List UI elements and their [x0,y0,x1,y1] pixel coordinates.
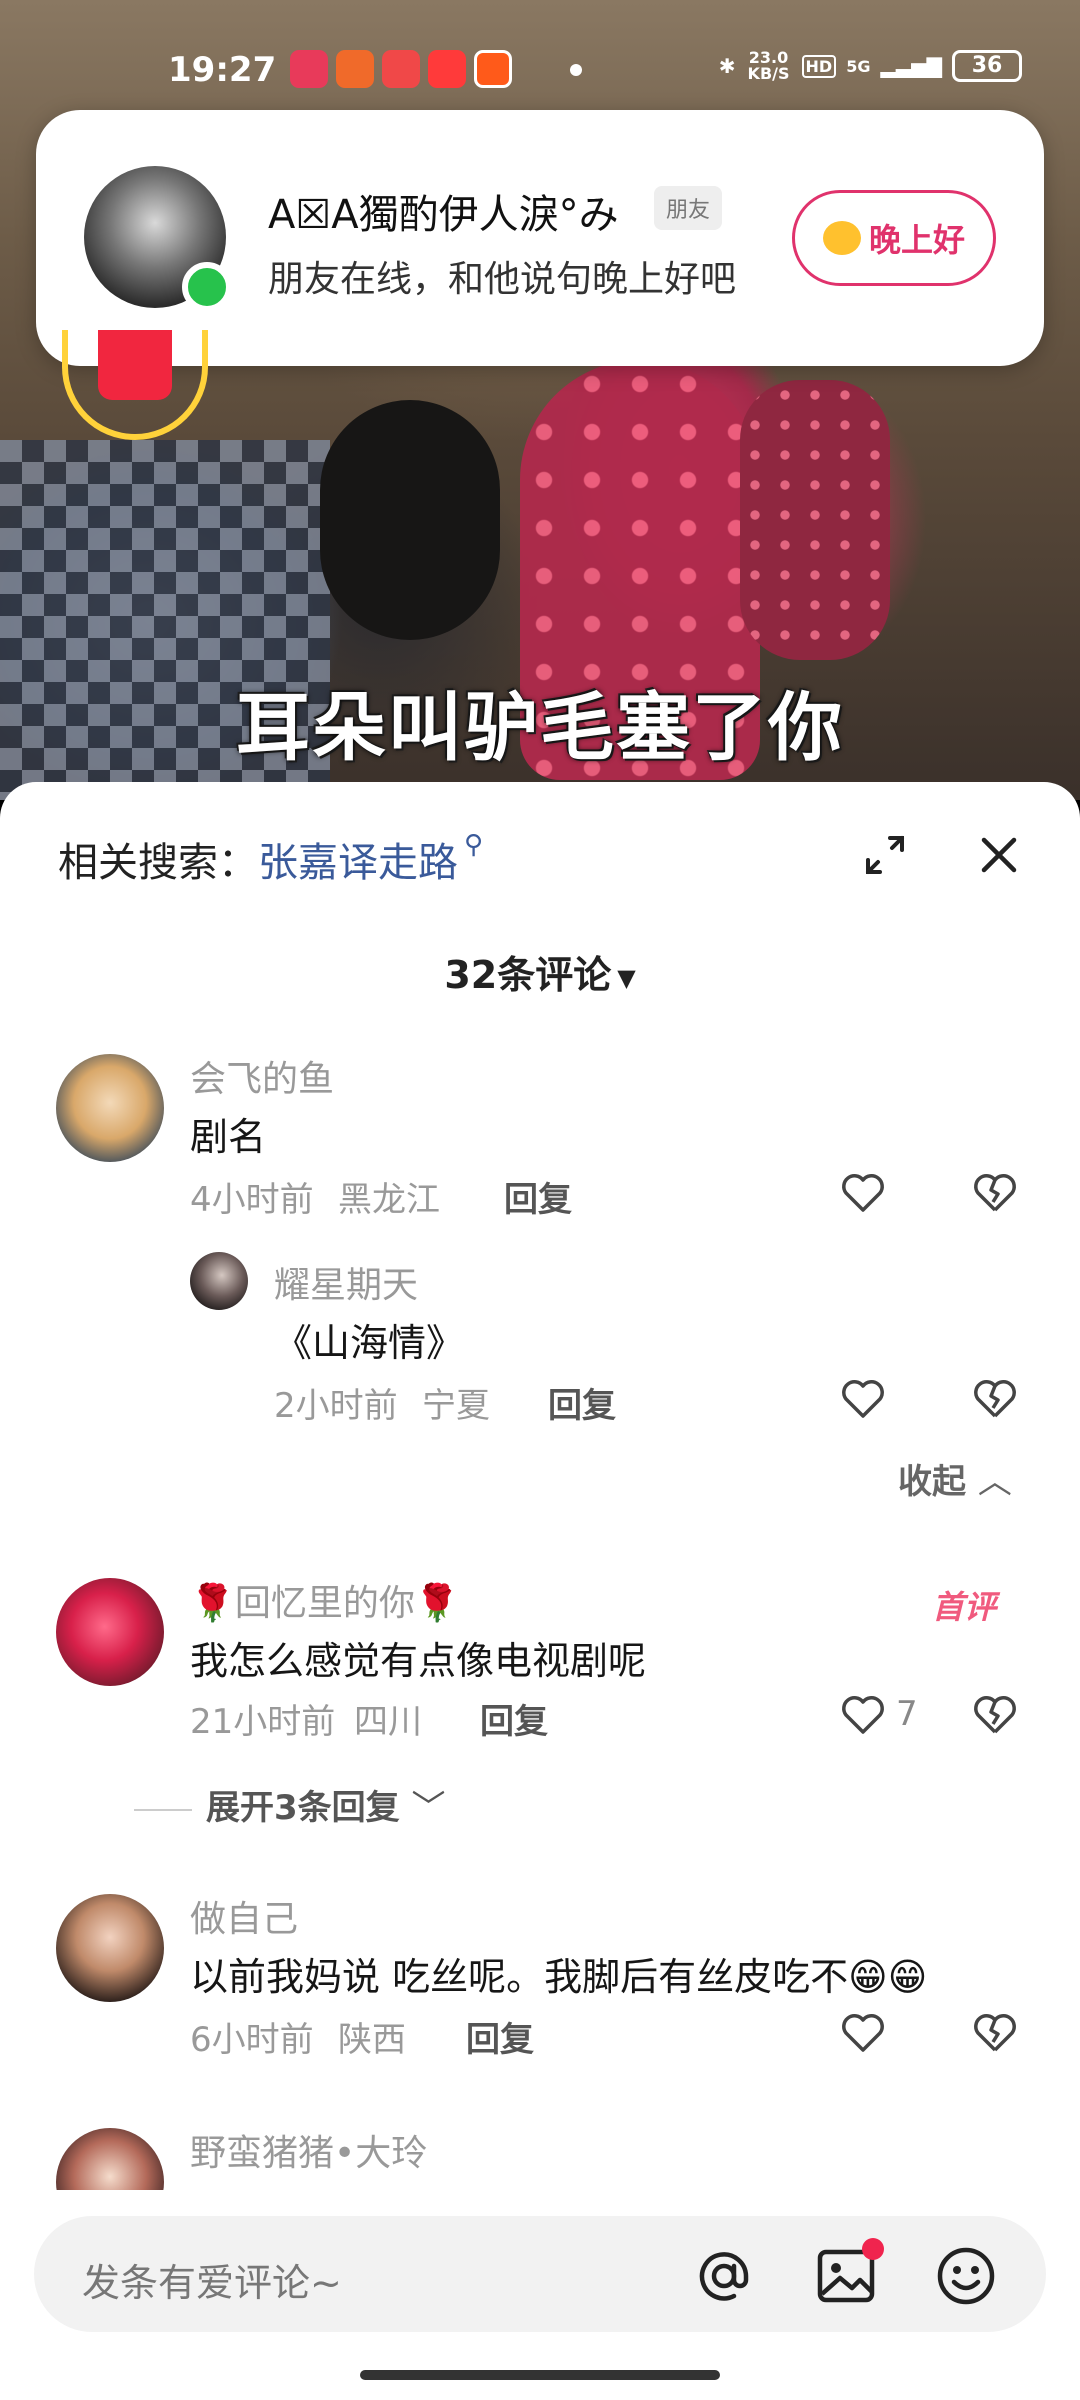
greet-button-label: 晚上好 [868,221,965,259]
notification-icons [290,50,512,88]
dislike-broken-heart-icon[interactable] [972,1376,1018,1422]
search-icon: ⚲ [464,830,484,860]
status-indicators: ✱ 23.0 KB/S HD 5G ▂▃▅▇ 36 [719,50,1022,82]
friend-name: A☒A獨酌伊人淚°み [268,192,619,238]
app-notification-icon [428,50,466,88]
emoji-icon[interactable] [934,2244,998,2308]
say-good-evening-button[interactable]: 晚上好 [792,190,996,286]
comment-text: 《山海情》 [274,1321,465,1365]
reply-button[interactable]: 回复 [480,1694,548,1743]
network-speed: 23.0 KB/S [747,48,790,83]
close-icon[interactable] [976,832,1022,878]
video-subtitle: 耳朵叫驴毛塞了你 [236,685,844,771]
app-notification-icon [474,50,512,88]
app-notification-icon [336,50,374,88]
comment-username[interactable]: 做自己 [190,1890,298,1942]
online-status-icon [182,262,232,312]
comment-input[interactable]: 发条有爱评论~ [34,2216,1046,2332]
hd-icon: HD [801,54,837,78]
user-avatar[interactable] [190,1252,248,1310]
more-notifications-dot [570,64,582,76]
like-heart-icon[interactable] [840,2010,886,2056]
comment-time: 21小时前 [190,1702,336,1742]
related-search-keyword[interactable]: 张嘉译走路 [258,840,458,886]
like-heart-icon[interactable] [840,1692,886,1738]
like-heart-icon[interactable] [840,1170,886,1216]
comment-username[interactable]: 🌹回忆里的你🌹 [190,1574,460,1626]
new-badge-dot [862,2238,884,2260]
status-bar: 19:27 ✱ 23.0 KB/S HD 5G ▂▃▅▇ 36 [0,46,1080,96]
comments-sheet: 相关搜索：张嘉译走路 ⚲ 32条评论 ▼ 会飞的鱼 剧名 4小时前 黑龙江 回复 耀… [0,782,1080,2400]
bluetooth-icon: ✱ [718,54,736,78]
like-heart-icon[interactable] [840,1376,886,1422]
comment-time: 4小时前 [190,1180,314,1220]
user-avatar[interactable] [56,1578,164,1686]
comment-input-placeholder: 发条有爱评论~ [82,2261,342,2305]
home-indicator[interactable] [360,2370,720,2380]
signal-bars-icon: ▂▃▅▇ [880,54,942,78]
dislike-broken-heart-icon[interactable] [972,1692,1018,1738]
smile-emoji-icon [822,221,861,255]
chevron-up-icon: ︿ [977,1462,1012,1502]
first-comment-badge: 首评 [932,1588,997,1626]
user-avatar[interactable] [56,1894,164,2002]
comment-username[interactable]: 耀星期天 [274,1256,418,1308]
comment-location: 黑龙江 [338,1180,440,1220]
comment-text: 剧名 [190,1115,267,1159]
reply-button[interactable]: 回复 [504,1172,572,1221]
reply-button[interactable]: 回复 [466,2012,534,2061]
expand-replies-label: 展开3条回复 [206,1788,400,1828]
friend-tag: 朋友 [654,186,723,230]
collapse-label: 收起 [898,1462,966,1502]
like-count: 7 [896,1694,918,1734]
friend-online-message: 朋友在线，和他说句晚上好吧 [268,259,737,300]
collapse-replies-button[interactable]: 收起 ︿ [898,1454,1012,1503]
comment-username[interactable]: 野蛮猪猪•大玲 [190,2124,427,2176]
caret-down-icon: ▼ [617,963,636,992]
related-search-label: 相关搜索： [58,840,258,886]
comment-text: 我怎么感觉有点像电视剧呢 [190,1639,647,1683]
dislike-broken-heart-icon[interactable] [972,1170,1018,1216]
comment-text: 以前我妈说 吃丝呢。我脚后有丝皮吃不😁😁 [190,1955,928,1999]
image-icon[interactable] [814,2238,884,2308]
expand-replies-button[interactable]: 展开3条回复 ﹀ [134,1780,446,1829]
comment-time: 6小时前 [190,2020,314,2060]
comment-count-label: 32条评论 [444,953,612,997]
chevron-down-icon: ﹀ [411,1788,446,1828]
status-time: 19:27 [168,50,277,90]
video-frame-detail [740,380,890,660]
comment-time: 2小时前 [274,1386,398,1426]
comment-location: 四川 [354,1702,422,1742]
comment-location: 陕西 [338,2020,406,2060]
red-envelope-icon [98,330,172,400]
app-notification-icon [382,50,420,88]
related-search[interactable]: 相关搜索：张嘉译走路 ⚲ [58,830,483,888]
signal-icon: 5G [846,56,871,76]
friend-online-card[interactable]: A☒A獨酌伊人淚°み 朋友 朋友在线，和他说句晚上好吧 晚上好 [36,110,1044,366]
comment-location: 宁夏 [422,1386,490,1426]
user-avatar[interactable] [56,1054,164,1162]
video-frame-detail [320,400,500,640]
divider-line [134,1808,192,1811]
app-notification-icon [290,50,328,88]
battery-icon: 36 [952,50,1022,82]
comment-count-dropdown[interactable]: 32条评论 ▼ [0,944,1080,999]
expand-icon[interactable] [862,832,908,878]
dislike-broken-heart-icon[interactable] [972,2010,1018,2056]
mention-at-icon[interactable] [692,2244,756,2308]
reply-button[interactable]: 回复 [548,1378,616,1427]
comment-username[interactable]: 会飞的鱼 [190,1050,334,1102]
